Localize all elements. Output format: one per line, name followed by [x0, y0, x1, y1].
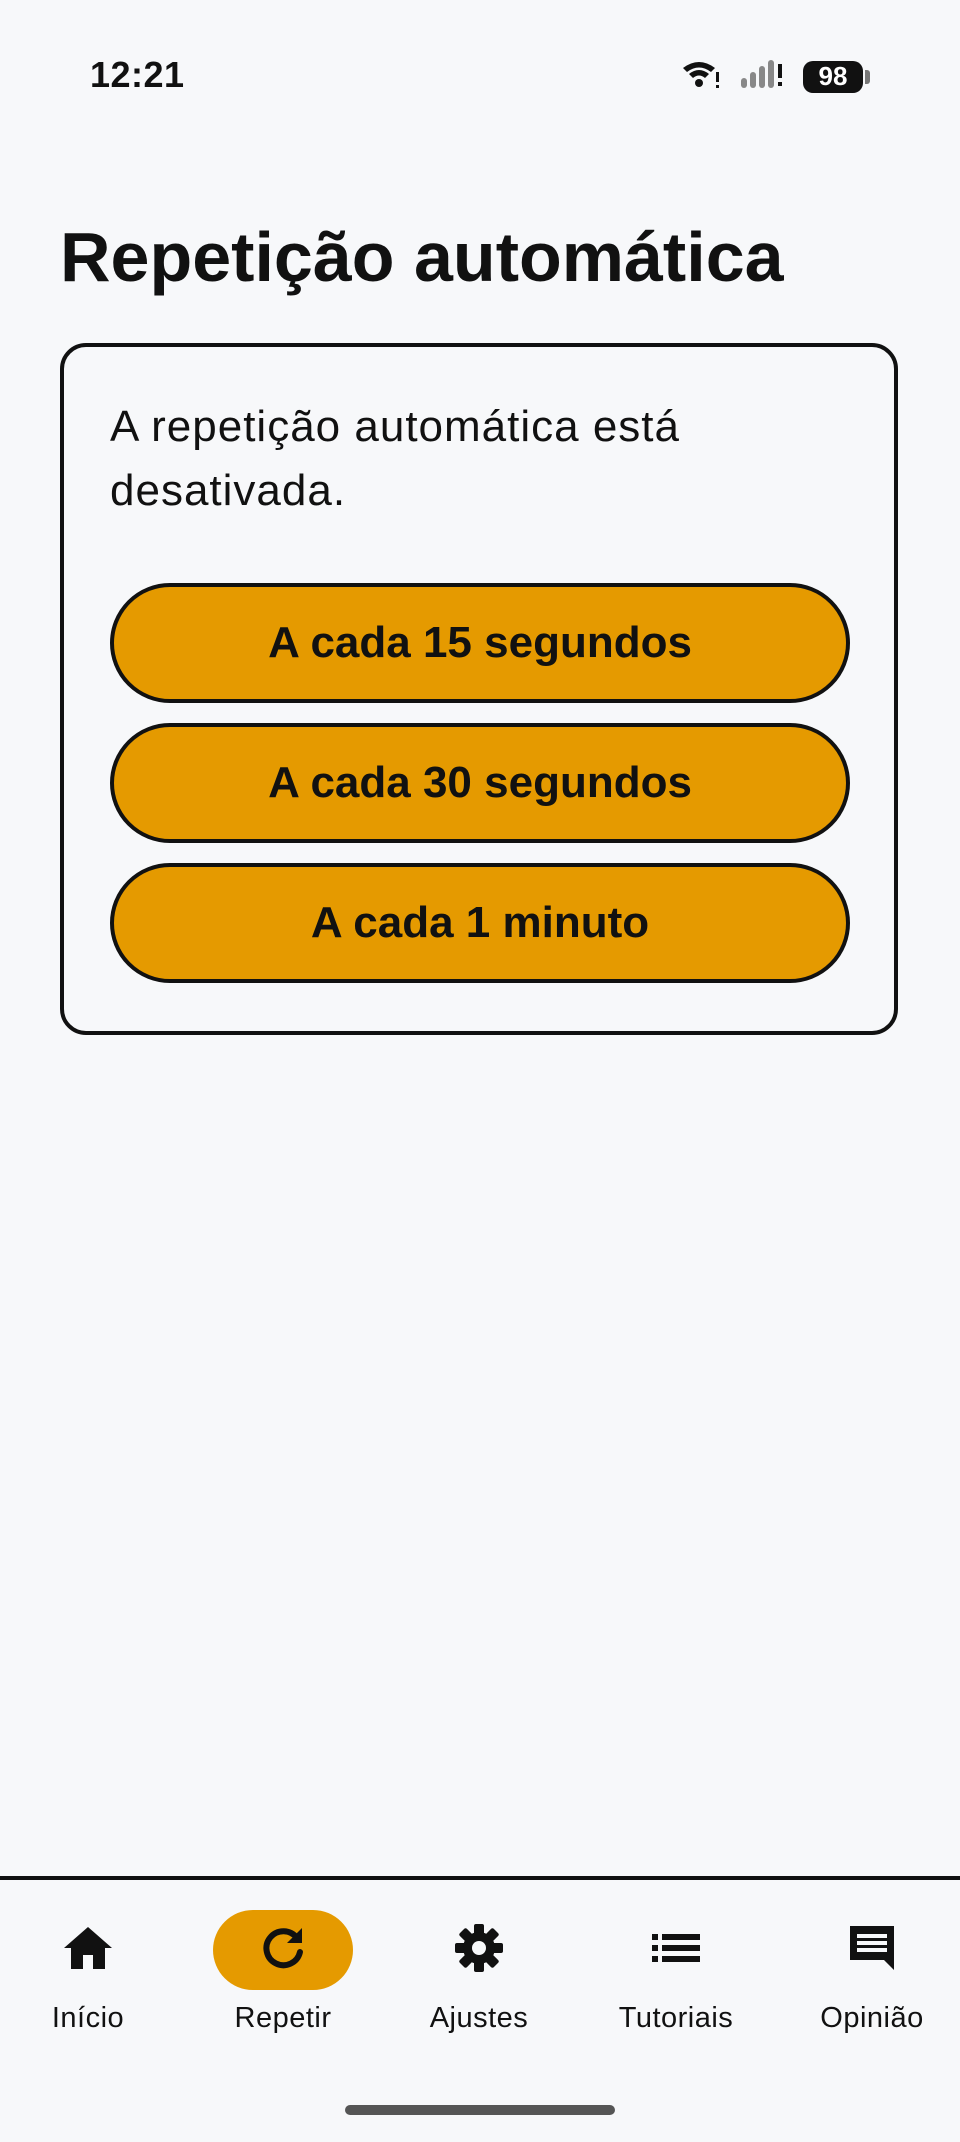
battery-icon: 98	[803, 60, 870, 93]
list-icon	[650, 1928, 702, 1973]
status-icons: 98	[681, 58, 870, 95]
bottom-nav: Início Repetir Ajustes Tutoriais Opinião	[0, 1876, 960, 2142]
nav-label: Início	[51, 2002, 125, 2034]
refresh-icon	[259, 1924, 307, 1977]
nav-label: Ajustes	[429, 2002, 529, 2034]
interval-30s-button[interactable]: A cada 30 segundos	[110, 723, 850, 843]
nav-icon-container-active	[213, 1910, 353, 1990]
interval-15s-button[interactable]: A cada 15 segundos	[110, 583, 850, 703]
nav-item-inicio[interactable]: Início	[0, 1910, 184, 2035]
status-bar: 12:21 98	[0, 0, 960, 150]
nav-item-repetir[interactable]: Repetir	[187, 1910, 379, 2035]
auto-repeat-card: A repetição automática está desativada. …	[60, 343, 898, 1035]
signal-icon	[739, 58, 785, 95]
nav-icon-container	[18, 1910, 158, 1990]
nav-item-ajustes[interactable]: Ajustes	[383, 1910, 575, 2035]
home-indicator[interactable]	[345, 2105, 615, 2115]
page-title: Repetição automática	[60, 218, 784, 296]
nav-icon-container	[802, 1910, 942, 1990]
nav-label: Tutoriais	[618, 2002, 734, 2034]
feedback-icon	[846, 1922, 898, 1979]
auto-repeat-status: A repetição automática está desativada.	[110, 402, 680, 515]
battery-level: 98	[803, 60, 863, 93]
interval-1min-button[interactable]: A cada 1 minuto	[110, 863, 850, 983]
status-time: 12:21	[90, 54, 185, 95]
gear-icon	[454, 1923, 504, 1978]
home-icon	[62, 1924, 114, 1977]
nav-item-opiniao[interactable]: Opinião	[776, 1910, 960, 2035]
nav-item-tutoriais[interactable]: Tutoriais	[580, 1910, 772, 2035]
wifi-icon	[681, 58, 721, 95]
nav-label: Opinião	[820, 2002, 924, 2034]
nav-label: Repetir	[234, 2002, 332, 2034]
nav-icon-container	[606, 1910, 746, 1990]
nav-icon-container	[409, 1910, 549, 1990]
